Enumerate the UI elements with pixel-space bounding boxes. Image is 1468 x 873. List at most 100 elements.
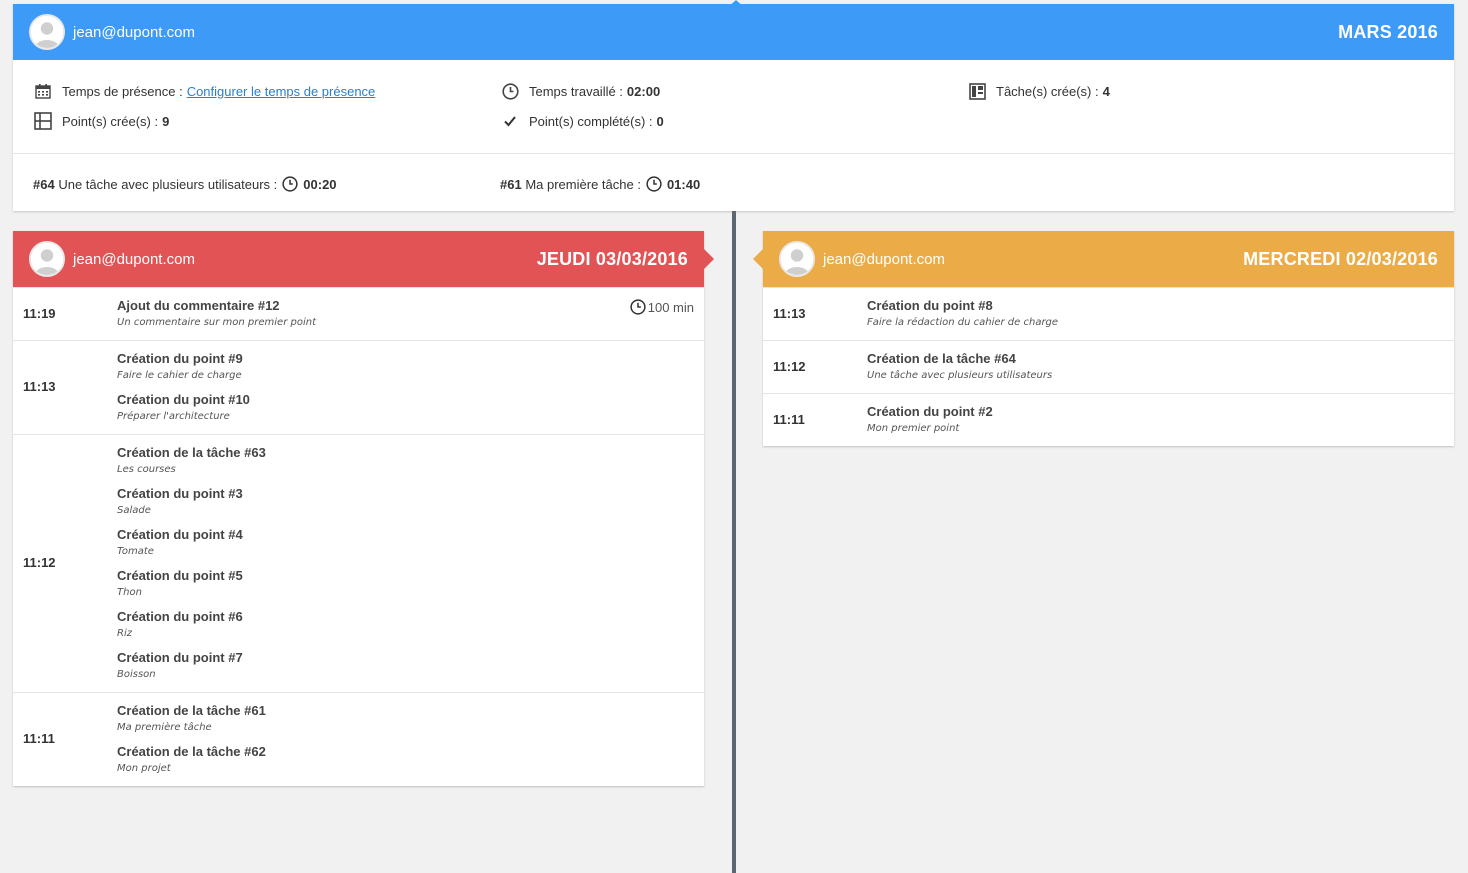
activity-title: Création du point #3 [117, 486, 243, 501]
summary-notch [726, 0, 746, 9]
user-avatar-icon[interactable] [29, 14, 65, 50]
points-created-stat: Point(s) crée(s) : 9 [33, 111, 169, 131]
points-completed-stat: Point(s) complété(s) : 0 [500, 111, 664, 131]
activity-desc: Ma première tâche [117, 722, 212, 733]
points-completed-label: Point(s) complété(s) : [529, 113, 653, 129]
activity-time: 11:13 [23, 379, 56, 394]
task-name: Ma première tâche : [525, 176, 641, 192]
activity-group: 11:13 Création du point #9 Faire le cahi… [13, 340, 704, 434]
activity-title: Création du point #8 [867, 298, 993, 313]
activity-time: 11:13 [773, 305, 806, 321]
activity-entry[interactable]: Création du point #5 Thon [117, 568, 694, 598]
task-time: 00:20 [303, 176, 337, 192]
activity-title: Création de la tâche #63 [117, 445, 266, 460]
summary-stats: Temps de présence : Configurer le temps … [13, 60, 1454, 154]
activity-desc: Salade [117, 505, 151, 516]
points-icon [33, 111, 53, 131]
activity-group: 11:11 Création de la tâche #61 Ma premiè… [13, 692, 704, 786]
tasks-created-stat: Tâche(s) crée(s) : 4 [967, 81, 1110, 101]
activity-entry[interactable]: Création de la tâche #61 Ma première tâc… [117, 703, 694, 733]
day-card-wednesday: jean@dupont.com MERCREDI 02/03/2016 11:1… [753, 231, 1454, 446]
activity-desc: Riz [117, 628, 132, 639]
day-header: jean@dupont.com JEUDI 03/03/2016 [13, 231, 714, 287]
user-email[interactable]: jean@dupont.com [823, 251, 945, 268]
activity-title: Création du point #5 [117, 568, 243, 583]
month-title: MARS 2016 [1338, 21, 1438, 42]
activity-desc: Les courses [117, 464, 176, 475]
month-summary-card: jean@dupont.com MARS 2016 Temps de prése… [13, 0, 1454, 211]
points-created-value: 9 [162, 113, 170, 129]
tasks-created-label: Tâche(s) crée(s) : [996, 83, 1099, 99]
worked-value: 02:00 [626, 83, 661, 99]
activity-time: 11:11 [773, 411, 805, 427]
activity-time: 11:12 [23, 555, 56, 570]
activity-title: Ajout du commentaire #12 [117, 298, 280, 313]
user-avatar-icon[interactable] [29, 241, 65, 277]
activity-entry[interactable]: Création de la tâche #64 Une tâche avec … [867, 351, 1444, 381]
clock-icon [282, 176, 298, 192]
activity-desc: Boisson [117, 669, 156, 680]
user-email[interactable]: jean@dupont.com [73, 251, 195, 268]
presence-label: Temps de présence : [62, 83, 183, 99]
activity-title: Création du point #6 [117, 609, 243, 624]
activity-entry[interactable]: Création du point #4 Tomate [117, 527, 694, 557]
activity-desc: Un commentaire sur mon premier point [117, 317, 316, 328]
activity-entry[interactable]: Création du point #2 Mon premier point [867, 404, 1444, 434]
activity-title: Création du point #9 [117, 351, 243, 366]
task-id: #64 [33, 176, 55, 192]
activity-title: Création de la tâche #61 [117, 703, 266, 718]
activity-entry[interactable]: Création du point #9 Faire le cahier de … [117, 351, 694, 381]
day-card-thursday: jean@dupont.com JEUDI 03/03/2016 11:19 A… [13, 231, 714, 786]
task-time-item[interactable]: #61 Ma première tâche : 01:40 [500, 176, 700, 192]
timeline-line [732, 211, 736, 873]
activity-time: 11:12 [773, 358, 806, 374]
activity-desc: Tomate [117, 546, 154, 557]
clock-icon [500, 81, 520, 101]
task-id: #61 [500, 176, 522, 192]
activity-group: 11:12 Création de la tâche #64 Une tâche… [763, 340, 1454, 393]
day-header: jean@dupont.com MERCREDI 02/03/2016 [753, 231, 1454, 287]
activity-group: 11:13 Création du point #8 Faire la réda… [763, 287, 1454, 340]
calendar-icon [33, 81, 53, 101]
activity-desc: Faire le cahier de charge [117, 370, 242, 381]
day-title: MERCREDI 02/03/2016 [1243, 248, 1438, 269]
clock-icon [646, 176, 662, 192]
configure-presence-link[interactable]: Configurer le temps de présence [187, 84, 376, 99]
activity-entry[interactable]: Création du point #7 Boisson [117, 650, 694, 680]
clock-icon [630, 299, 648, 315]
activity-entry[interactable]: Ajout du commentaire #12 Un commentaire … [117, 298, 694, 328]
activity-time: 11:19 [23, 305, 56, 321]
activity-desc: Préparer l'architecture [117, 411, 230, 422]
activity-desc: Thon [117, 587, 142, 598]
activity-desc: Mon premier point [867, 423, 960, 434]
activity-entry[interactable]: Création du point #6 Riz [117, 609, 694, 639]
activity-entry[interactable]: Création du point #3 Salade [117, 486, 694, 516]
activity-desc: Une tâche avec plusieurs utilisateurs [867, 370, 1053, 381]
tasks-icon [967, 81, 987, 101]
activity-group: 11:19 Ajout du commentaire #12 Un commen… [13, 287, 704, 340]
day-title: JEUDI 03/03/2016 [536, 248, 688, 269]
user-avatar-icon[interactable] [779, 241, 815, 277]
activity-entry[interactable]: Création de la tâche #63 Les courses [117, 445, 694, 475]
presence-stat: Temps de présence : Configurer le temps … [33, 81, 375, 101]
activity-time: 11:11 [23, 731, 55, 746]
points-created-label: Point(s) crée(s) : [62, 113, 159, 129]
activity-title: Création du point #4 [117, 527, 243, 542]
task-time-item[interactable]: #64 Une tâche avec plusieurs utilisateur… [33, 176, 337, 192]
activity-entry[interactable]: Création de la tâche #62 Mon projet [117, 744, 694, 774]
worked-label: Temps travaillé : [529, 83, 623, 99]
activity-group: 11:11 Création du point #2 Mon premier p… [763, 393, 1454, 446]
activity-title: Création du point #10 [117, 392, 250, 407]
points-completed-value: 0 [656, 113, 664, 129]
activity-entry[interactable]: Création du point #8 Faire la rédaction … [867, 298, 1444, 328]
user-email[interactable]: jean@dupont.com [73, 24, 195, 41]
worked-stat: Temps travaillé : 02:00 [500, 81, 660, 101]
activity-desc: Faire la rédaction du cahier de charge [867, 317, 1059, 328]
task-time: 01:40 [666, 176, 701, 192]
summary-header: jean@dupont.com MARS 2016 [13, 4, 1454, 60]
activity-duration: 100 min [630, 299, 694, 315]
activity-title: Création de la tâche #64 [867, 351, 1016, 366]
activity-title: Création de la tâche #62 [117, 744, 266, 759]
summary-task-times: #64 Une tâche avec plusieurs utilisateur… [13, 154, 1454, 211]
activity-entry[interactable]: Création du point #10 Préparer l'archite… [117, 392, 694, 422]
